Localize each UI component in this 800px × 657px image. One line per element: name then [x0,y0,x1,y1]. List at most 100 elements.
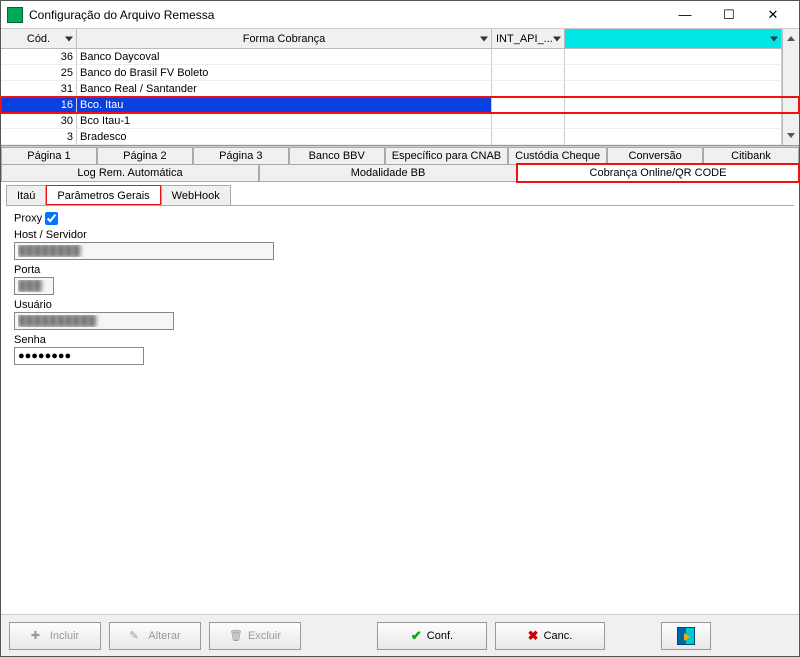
data-grid: Cód. Forma Cobrança INT_API_... 36Banco … [1,29,799,146]
cell-cod: 3 [1,129,77,145]
subtabs: Itaú Parâmetros Gerais WebHook [6,185,799,205]
senha-label: Senha [14,334,786,346]
x-icon: ✖ [528,628,539,644]
tab-convers-o[interactable]: Conversão [607,147,703,164]
excluir-button[interactable]: 🗑 Excluir [209,622,301,650]
proxy-label: Proxy [14,212,42,224]
cell-cod: 30 [1,113,77,129]
check-icon: ✔ [411,628,422,644]
incluir-button[interactable]: ✚ Incluir [9,622,101,650]
table-row[interactable]: 36Banco Daycoval [1,49,799,65]
scrollbar-track[interactable] [782,81,799,97]
chevron-down-icon [480,36,488,41]
cell-int [492,97,565,113]
scrollbar-track[interactable] [782,113,799,129]
cell-cod: 16 [1,97,77,113]
cell-blank [565,129,782,145]
form-panel: Proxy Host / Servidor Porta Usuário Senh… [6,205,794,614]
cell-cod: 31 [1,81,77,97]
table-row[interactable]: 30Bco Itau-1 [1,113,799,129]
cell-forma: Banco Daycoval [77,49,492,65]
host-label: Host / Servidor [14,229,786,241]
conf-button[interactable]: ✔ Conf. [377,622,487,650]
tab-p-gina-3[interactable]: Página 3 [193,147,289,164]
porta-label: Porta [14,264,786,276]
exit-button[interactable] [661,622,711,650]
usuario-label: Usuário [14,299,786,311]
col-header-forma[interactable]: Forma Cobrança [77,29,492,49]
tab-banco-bbv[interactable]: Banco BBV [289,147,385,164]
button-bar: ✚ Incluir ✎ Alterar 🗑 Excluir ✔ Conf. ✖ … [1,614,799,656]
table-row[interactable]: 16Bco. Itau [1,97,799,113]
col-header-int-label: INT_API_... [496,33,553,45]
cell-blank [565,49,782,65]
scrollbar-track[interactable] [782,129,799,145]
chevron-down-icon [770,36,778,41]
table-row[interactable]: 3Bradesco [1,129,799,145]
table-row[interactable]: 25Banco do Brasil FV Boleto [1,65,799,81]
table-row[interactable]: 31Banco Real / Santander [1,81,799,97]
trash-icon: 🗑 [229,629,243,643]
titlebar: Configuração do Arquivo Remessa — ☐ ✕ [1,1,799,29]
cell-blank [565,65,782,81]
cell-forma: Bradesco [77,129,492,145]
proxy-checkbox[interactable] [45,212,58,225]
subtab-parametros-gerais[interactable]: Parâmetros Gerais [46,185,160,205]
window-controls: — ☐ ✕ [663,2,795,28]
subtab-webhook[interactable]: WebHook [161,185,231,205]
scrollbar-track[interactable] [782,97,799,113]
cell-blank [565,97,782,113]
col-header-cod-label: Cód. [27,33,50,45]
close-button[interactable]: ✕ [751,2,795,28]
cell-int [492,49,565,65]
exit-icon [677,627,695,645]
window-title: Configuração do Arquivo Remessa [29,8,663,22]
cell-cod: 25 [1,65,77,81]
col-header-cod[interactable]: Cód. [1,29,77,49]
usuario-field[interactable] [14,312,174,330]
scrollbar-up[interactable] [782,29,799,49]
tab-p-gina-2[interactable]: Página 2 [97,147,193,164]
edit-icon: ✎ [129,629,143,643]
chevron-down-icon [65,36,73,41]
cell-blank [565,81,782,97]
minimize-button[interactable]: — [663,2,707,28]
col-header-int[interactable]: INT_API_... [492,29,565,49]
tab-modalidade[interactable]: Modalidade BB [259,164,517,182]
col-header-forma-label: Forma Cobrança [243,33,326,45]
porta-field[interactable] [14,277,54,295]
cell-forma: Banco Real / Santander [77,81,492,97]
cell-cod: 36 [1,49,77,65]
proxy-row: Proxy [14,212,786,225]
tab-espec-fico-para-cnab[interactable]: Específico para CNAB [385,147,508,164]
cell-int [492,81,565,97]
subtab-itau[interactable]: Itaú [6,185,46,205]
cell-forma: Bco. Itau [77,97,492,113]
scrollbar-track[interactable] [782,49,799,65]
tab-p-gina-1[interactable]: Página 1 [1,147,97,164]
canc-button[interactable]: ✖ Canc. [495,622,605,650]
tab-cust-dia-cheque[interactable]: Custódia Cheque [508,147,607,164]
senha-field[interactable] [14,347,144,365]
tab-log-rem[interactable]: Log Rem. Automática [1,164,259,182]
tab-citibank[interactable]: Citibank [703,147,799,164]
cell-blank [565,113,782,129]
tabs-row-2: Log Rem. Automática Modalidade BB Cobran… [1,164,799,182]
alterar-button[interactable]: ✎ Alterar [109,622,201,650]
chevron-down-icon [553,36,561,41]
app-window: Configuração do Arquivo Remessa — ☐ ✕ Có… [0,0,800,657]
plus-icon: ✚ [31,629,45,643]
cell-forma: Bco Itau-1 [77,113,492,129]
tabs-row-1: Página 1Página 2Página 3Banco BBVEspecíf… [1,146,799,164]
scrollbar-track[interactable] [782,65,799,81]
grid-header: Cód. Forma Cobrança INT_API_... [1,29,799,49]
cell-int [492,129,565,145]
col-header-blank[interactable] [565,29,782,49]
cell-int [492,113,565,129]
host-field[interactable] [14,242,274,260]
cell-forma: Banco do Brasil FV Boleto [77,65,492,81]
maximize-button[interactable]: ☐ [707,2,751,28]
cell-int [492,65,565,81]
tab-cobranca-online[interactable]: Cobrança Online/QR CODE [517,164,799,182]
app-icon [7,7,23,23]
